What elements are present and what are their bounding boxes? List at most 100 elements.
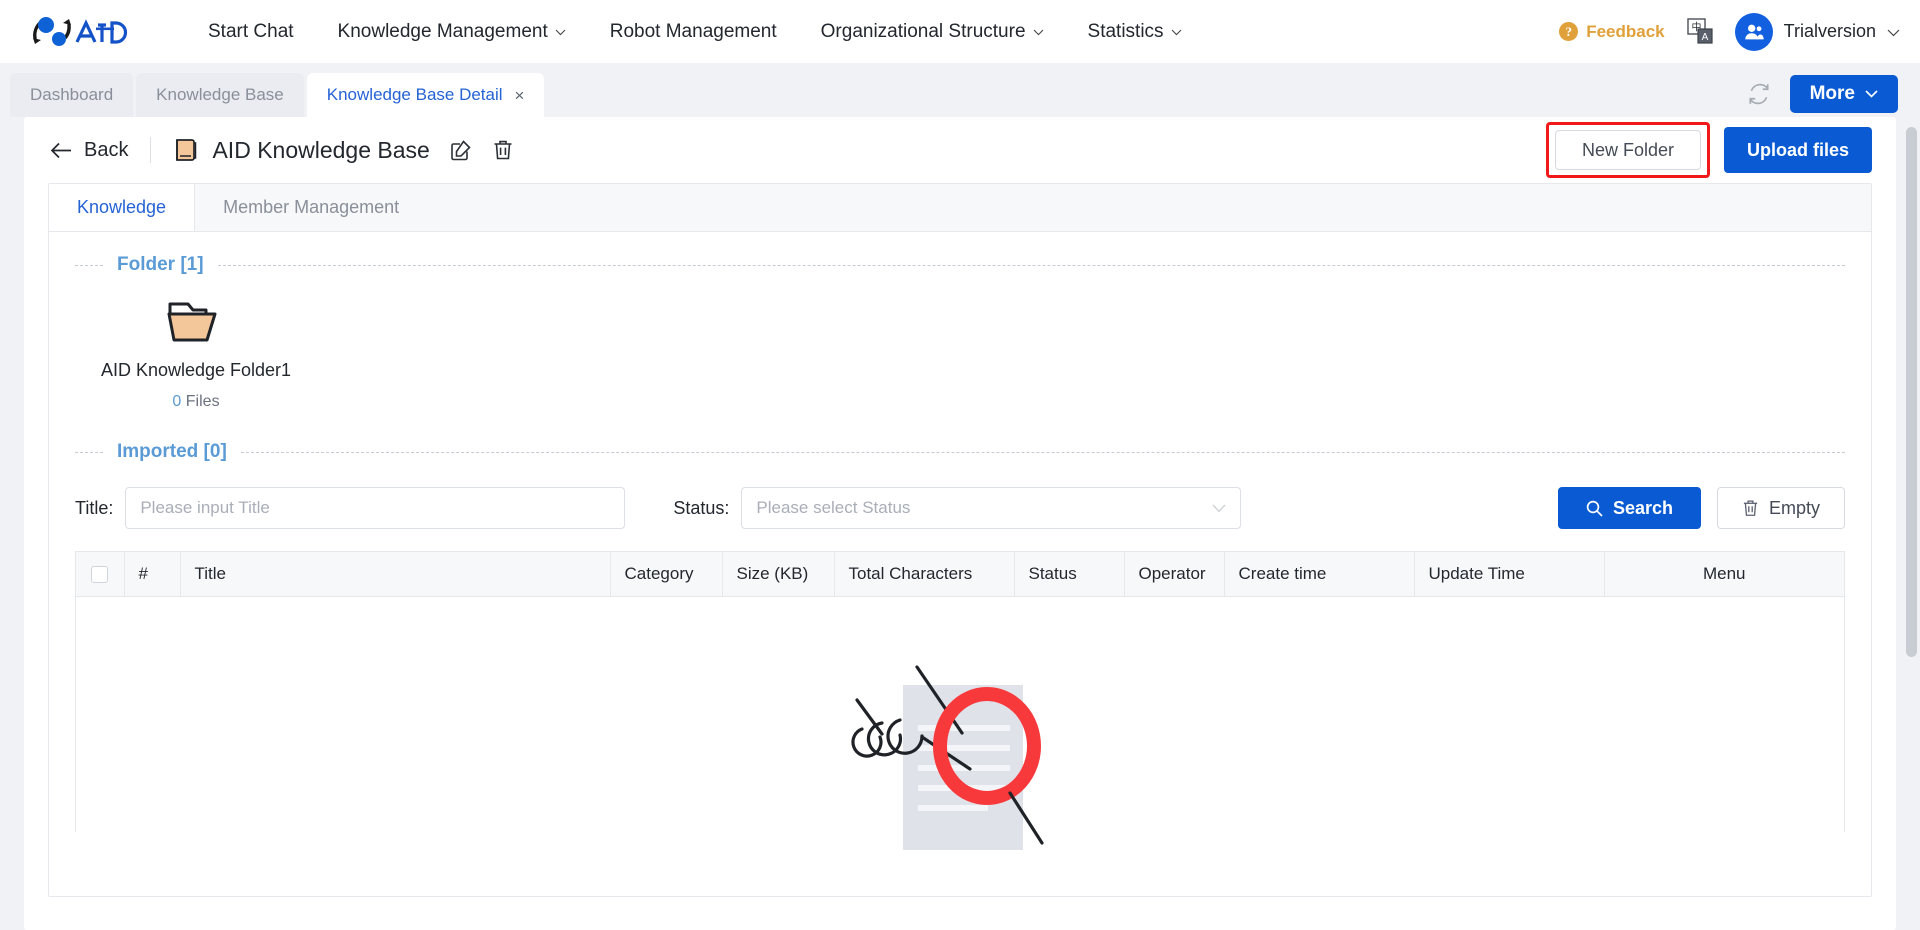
- close-icon[interactable]: ×: [515, 87, 525, 104]
- tab-knowledge-base-detail[interactable]: Knowledge Base Detail ×: [306, 73, 545, 117]
- knowledge-panel: Knowledge Member Management Folder [1] A…: [48, 183, 1872, 897]
- title-filter-label: Title:: [75, 497, 114, 518]
- empty-label: Empty: [1768, 497, 1820, 518]
- question-mark-icon: ?: [1559, 22, 1579, 41]
- folder-name: AID Knowledge Folder1: [100, 360, 292, 380]
- app-logo[interactable]: [26, 12, 136, 52]
- col-total-characters[interactable]: Total Characters: [834, 552, 1015, 597]
- nav-item-robot-management[interactable]: Robot Management: [588, 0, 799, 63]
- top-right-actions: ? Feedback 中 A Trialversion: [1559, 12, 1900, 51]
- nav-item-start-chat[interactable]: Start Chat: [186, 0, 316, 63]
- folder-file-count: 0 Files: [91, 393, 301, 411]
- title-input[interactable]: [125, 487, 626, 529]
- user-name: Trialversion: [1783, 21, 1876, 41]
- sub-tab-label: Knowledge: [77, 197, 167, 217]
- main-nav: Start Chat Knowledge Management Robot Ma…: [186, 0, 1204, 63]
- refresh-icon[interactable]: [1746, 81, 1772, 107]
- new-folder-button[interactable]: New Folder: [1554, 130, 1701, 170]
- chevron-down-icon: [1865, 90, 1878, 98]
- search-icon: [1586, 500, 1603, 517]
- back-button[interactable]: Back: [50, 139, 128, 162]
- divider-left: [75, 264, 103, 266]
- divider-right: [240, 451, 1845, 453]
- more-button[interactable]: More: [1789, 75, 1898, 113]
- col-category[interactable]: Category: [610, 552, 723, 597]
- status-select[interactable]: Please select Status: [741, 487, 1242, 529]
- divider-right: [217, 264, 1845, 266]
- more-label: More: [1809, 83, 1855, 104]
- folder-item[interactable]: AID Knowledge Folder1 0 Files: [91, 298, 301, 411]
- folder-grid: AID Knowledge Folder1 0 Files: [49, 276, 1871, 411]
- search-label: Search: [1612, 497, 1673, 518]
- divider-left: [75, 451, 103, 453]
- nav-label: Organizational Structure: [820, 21, 1026, 42]
- tab-knowledge-base[interactable]: Knowledge Base: [136, 73, 304, 117]
- table-header-row: # Title Category Size (KB) Total Charact…: [76, 552, 1844, 597]
- select-all-checkbox[interactable]: [91, 565, 109, 583]
- page-scrollbar-thumb[interactable]: [1906, 127, 1917, 657]
- col-create-time[interactable]: Create time: [1224, 552, 1415, 597]
- sub-tab-list: Knowledge Member Management: [49, 184, 1871, 232]
- tab-label: Dashboard: [30, 85, 114, 104]
- folder-file-count-value: 0: [172, 393, 182, 410]
- aid-logo-icon: [33, 16, 128, 46]
- col-status[interactable]: Status: [1014, 552, 1125, 597]
- tab-list: Dashboard Knowledge Base Knowledge Base …: [10, 73, 545, 117]
- sub-tab-label: Member Management: [223, 197, 400, 217]
- tab-label: Knowledge Base: [156, 85, 284, 104]
- tab-dashboard[interactable]: Dashboard: [10, 73, 134, 117]
- folder-icon: [91, 298, 301, 346]
- feedback-button[interactable]: ? Feedback: [1559, 21, 1665, 42]
- page-title: AID Knowledge Base: [212, 136, 430, 163]
- page-title-actions: New Folder Upload files: [1545, 122, 1872, 178]
- edit-icon[interactable]: [450, 139, 472, 161]
- tab-strip: Dashboard Knowledge Base Knowledge Base …: [0, 63, 1920, 117]
- folder-section-label: Folder [1]: [117, 254, 204, 275]
- book-icon: [173, 137, 199, 163]
- back-label: Back: [84, 138, 129, 161]
- col-menu[interactable]: Menu: [1604, 552, 1844, 597]
- col-update-time[interactable]: Update Time: [1414, 552, 1605, 597]
- page-title-bar: Back AID Knowledge Base New Folder Uploa…: [24, 117, 1896, 183]
- col-index[interactable]: #: [124, 552, 181, 597]
- translate-icon[interactable]: 中 A: [1685, 17, 1715, 46]
- user-menu[interactable]: Trialversion: [1734, 12, 1900, 51]
- nav-label: Robot Management: [609, 21, 777, 42]
- search-button[interactable]: Search: [1557, 487, 1701, 529]
- new-folder-highlight: New Folder: [1545, 122, 1710, 178]
- col-size[interactable]: Size (KB): [722, 552, 835, 597]
- chevron-down-icon: [1887, 29, 1900, 37]
- chevron-down-icon: [555, 29, 566, 36]
- imported-section-label: Imported [0]: [117, 441, 227, 462]
- col-title[interactable]: Title: [180, 552, 611, 597]
- no-data-illustration-icon: [810, 657, 1110, 862]
- chevron-down-icon: [1171, 29, 1182, 36]
- chevron-down-icon: [1212, 498, 1226, 518]
- filter-actions: Search Empty: [1557, 487, 1845, 529]
- tab-knowledge[interactable]: Knowledge: [49, 184, 196, 231]
- nav-item-statistics[interactable]: Statistics: [1066, 0, 1204, 63]
- top-navigation-bar: Start Chat Knowledge Management Robot Ma…: [0, 0, 1920, 63]
- imported-table: # Title Category Size (KB) Total Charact…: [75, 551, 1845, 850]
- nav-item-organizational-structure[interactable]: Organizational Structure: [799, 0, 1066, 63]
- imported-section-header: Imported [0]: [49, 411, 1871, 463]
- tab-member-management[interactable]: Member Management: [195, 184, 427, 231]
- tab-strip-actions: More: [1746, 75, 1898, 117]
- svg-text:A: A: [1701, 32, 1708, 43]
- col-operator[interactable]: Operator: [1124, 552, 1225, 597]
- upload-files-button[interactable]: Upload files: [1723, 127, 1872, 173]
- trash-icon[interactable]: [492, 139, 514, 161]
- empty-button[interactable]: Empty: [1716, 487, 1845, 529]
- nav-label: Knowledge Management: [337, 21, 548, 42]
- folder-file-count-suffix: Files: [185, 393, 220, 410]
- tab-label: Knowledge Base Detail: [326, 85, 503, 104]
- page-card: Back AID Knowledge Base New Folder Uploa…: [24, 117, 1896, 930]
- avatar: [1734, 12, 1773, 51]
- table-empty-state: [76, 597, 1844, 850]
- nav-label: Statistics: [1087, 21, 1164, 42]
- feedback-label: Feedback: [1586, 21, 1665, 41]
- nav-label: Start Chat: [208, 21, 294, 42]
- nav-item-knowledge-management[interactable]: Knowledge Management: [316, 0, 588, 63]
- divider: [150, 137, 152, 163]
- select-all-header: [76, 552, 125, 597]
